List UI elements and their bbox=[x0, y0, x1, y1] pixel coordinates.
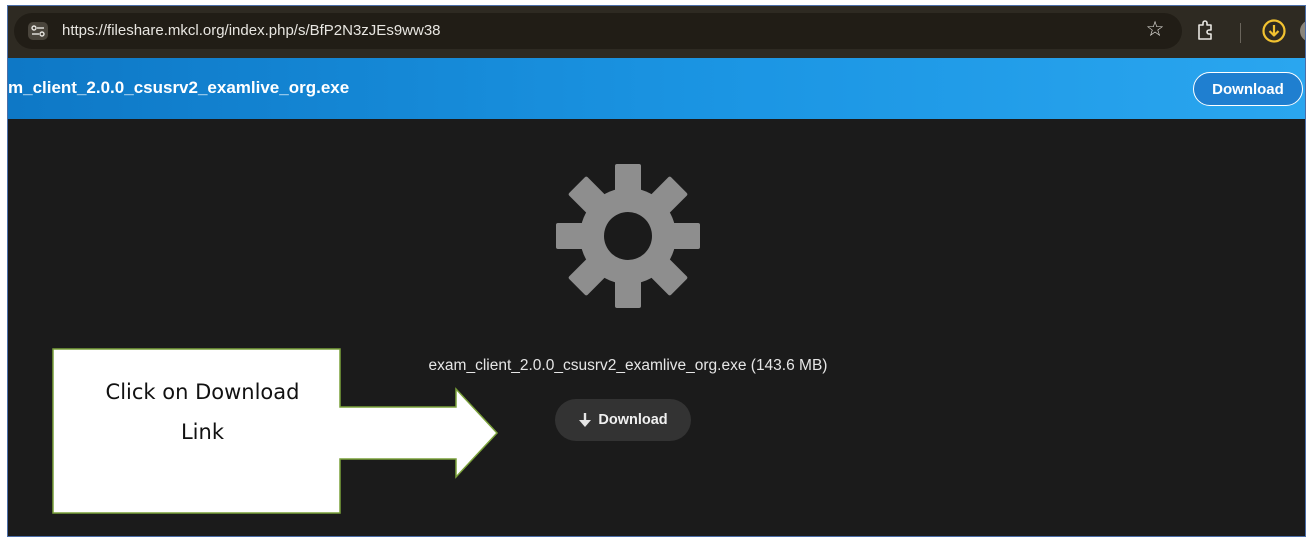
toolbar-divider bbox=[1240, 23, 1241, 43]
download-button-label: Download bbox=[598, 412, 668, 428]
header-download-button[interactable]: Download bbox=[1193, 72, 1303, 106]
header-file-name: ​m_client_2.0.0_csusrv2_examlive_org.exe bbox=[8, 78, 350, 97]
page-header: ​m_client_2.0.0_csusrv2_examlive_org.exe… bbox=[8, 58, 1305, 119]
url-text[interactable]: https://fileshare.mkcl.org/index.php/s/B… bbox=[62, 22, 441, 39]
instruction-callout-text: Click on Download Link bbox=[60, 372, 345, 452]
bookmark-star-icon[interactable]: ☆ bbox=[1144, 19, 1166, 41]
profile-avatar[interactable] bbox=[1300, 20, 1305, 42]
browser-window: https://fileshare.mkcl.org/index.php/s/B… bbox=[7, 5, 1306, 537]
site-info-icon[interactable] bbox=[28, 22, 48, 40]
callout-line-1: Click on Download bbox=[105, 380, 300, 404]
callout-line-2: Link bbox=[180, 420, 224, 444]
download-button[interactable]: Download bbox=[555, 399, 691, 441]
gear-icon bbox=[556, 164, 700, 308]
browser-toolbar: https://fileshare.mkcl.org/index.php/s/B… bbox=[8, 6, 1305, 58]
address-bar[interactable]: https://fileshare.mkcl.org/index.php/s/B… bbox=[14, 13, 1182, 49]
download-status-icon[interactable] bbox=[1261, 18, 1287, 44]
download-arrow-icon bbox=[579, 413, 592, 427]
extensions-icon[interactable] bbox=[1196, 19, 1216, 41]
